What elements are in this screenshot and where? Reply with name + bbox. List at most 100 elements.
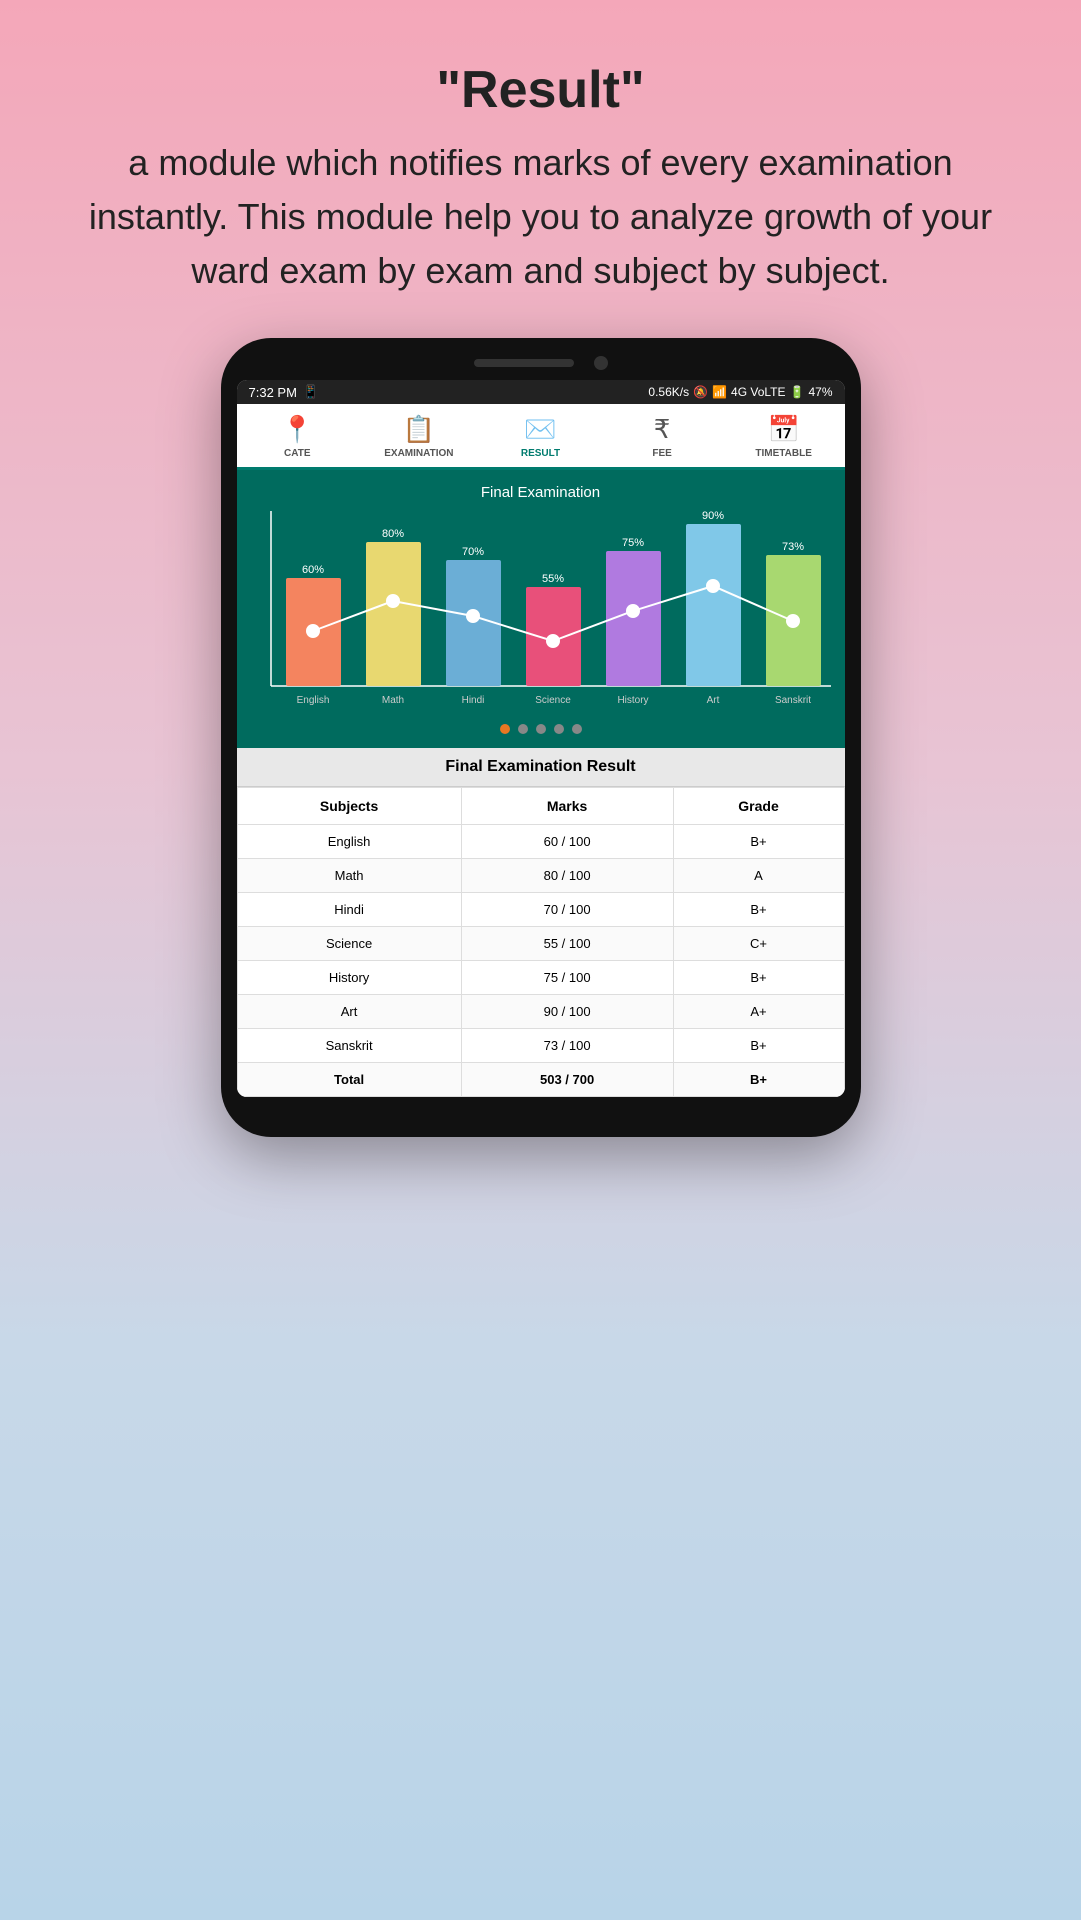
cell-marks: 55 / 100 — [461, 927, 673, 961]
dot-4[interactable] — [554, 724, 564, 734]
status-icon: 📱 — [303, 384, 319, 400]
chart-title: Final Examination — [247, 484, 835, 501]
nav-item-fee[interactable]: ₹ FEE — [601, 404, 723, 467]
header-title: "Result" — [80, 60, 1001, 120]
table-row: History 75 / 100 B+ — [237, 961, 844, 995]
result-section: Final Examination Result Subjects Marks … — [237, 748, 845, 1097]
nav-label-timetable: TIMETABLE — [755, 448, 811, 459]
nav-item-examination[interactable]: 📋 EXAMINATION — [358, 404, 480, 467]
cell-grade: A+ — [673, 995, 844, 1029]
nav-label-fee: FEE — [652, 448, 671, 459]
dot-5[interactable] — [572, 724, 582, 734]
cell-grade: B+ — [673, 961, 844, 995]
phone-frame: 7:32 PM 📱 0.56K/s 🔕 📶 4G VoLTE 🔋 47% 📍 C… — [221, 338, 861, 1137]
label-history: History — [617, 695, 648, 706]
status-bar: 7:32 PM 📱 0.56K/s 🔕 📶 4G VoLTE 🔋 47% — [237, 380, 845, 404]
cell-subject: Total — [237, 1063, 461, 1097]
status-time: 7:32 PM — [249, 385, 297, 400]
cell-marks: 75 / 100 — [461, 961, 673, 995]
bar-pct-sanskrit: 73% — [781, 541, 803, 553]
cell-subject: Math — [237, 859, 461, 893]
dot-3[interactable] — [536, 724, 546, 734]
cell-subject: History — [237, 961, 461, 995]
dot-hindi — [466, 609, 480, 623]
label-sanskrit: Sanskrit — [774, 695, 810, 706]
label-math: Math — [381, 695, 403, 706]
bar-pct-science: 55% — [541, 573, 563, 585]
fee-icon: ₹ — [654, 414, 671, 445]
cell-marks: 80 / 100 — [461, 859, 673, 893]
col-marks: Marks — [461, 788, 673, 825]
table-row: Art 90 / 100 A+ — [237, 995, 844, 1029]
col-subjects: Subjects — [237, 788, 461, 825]
cell-subject: Art — [237, 995, 461, 1029]
cell-subject: Sanskrit — [237, 1029, 461, 1063]
dot-math — [386, 594, 400, 608]
dot-english — [306, 624, 320, 638]
cell-grade: A — [673, 859, 844, 893]
table-row: Math 80 / 100 A — [237, 859, 844, 893]
nav-item-timetable[interactable]: 📅 TIMETABLE — [723, 404, 845, 467]
cell-grade: B+ — [673, 1063, 844, 1097]
nav-label-cate: CATE — [284, 448, 310, 459]
cell-marks: 503 / 700 — [461, 1063, 673, 1097]
col-grade: Grade — [673, 788, 844, 825]
bar-pct-art: 90% — [701, 511, 723, 522]
phone-camera — [594, 356, 608, 370]
header-section: "Result" a module which notifies marks o… — [0, 0, 1081, 338]
table-row: Sanskrit 73 / 100 B+ — [237, 1029, 844, 1063]
cell-marks: 90 / 100 — [461, 995, 673, 1029]
dot-science — [546, 634, 560, 648]
bar-pct-hindi: 70% — [461, 546, 483, 558]
signal-icon: 🔕 — [693, 385, 708, 399]
phone-speaker — [474, 359, 574, 367]
nav-item-cate[interactable]: 📍 CATE — [237, 404, 359, 467]
cell-grade: B+ — [673, 1029, 844, 1063]
phone-screen: 7:32 PM 📱 0.56K/s 🔕 📶 4G VoLTE 🔋 47% 📍 C… — [237, 380, 845, 1097]
cell-grade: B+ — [673, 825, 844, 859]
label-science: Science — [535, 695, 571, 706]
table-row: Total 503 / 700 B+ — [237, 1063, 844, 1097]
dot-2[interactable] — [518, 724, 528, 734]
status-right: 0.56K/s 🔕 📶 4G VoLTE 🔋 47% — [648, 385, 832, 399]
dot-history — [626, 604, 640, 618]
battery-icon: 🔋 — [790, 385, 805, 399]
result-table: Subjects Marks Grade English 60 / 100 B+… — [237, 787, 845, 1097]
cell-subject: English — [237, 825, 461, 859]
label-art: Art — [706, 695, 719, 706]
result-header: Final Examination Result — [237, 748, 845, 787]
cell-grade: C+ — [673, 927, 844, 961]
table-row: Science 55 / 100 C+ — [237, 927, 844, 961]
cell-grade: B+ — [673, 893, 844, 927]
nav-label-examination: EXAMINATION — [384, 448, 453, 459]
bar-pct-math: 80% — [381, 528, 403, 540]
cell-marks: 60 / 100 — [461, 825, 673, 859]
cell-subject: Hindi — [237, 893, 461, 927]
bar-pct-history: 75% — [621, 537, 643, 549]
label-hindi: Hindi — [461, 695, 484, 706]
location-icon: 📍 — [281, 414, 313, 445]
dot-sanskrit — [786, 614, 800, 628]
chart-area: Final Examination 60% 80% 70% 55 — [237, 470, 845, 748]
cell-marks: 70 / 100 — [461, 893, 673, 927]
result-icon: ✉️ — [524, 414, 556, 445]
timetable-icon: 📅 — [767, 414, 799, 445]
dot-1[interactable] — [500, 724, 510, 734]
battery-pct: 47% — [808, 385, 832, 399]
bar-pct-english: 60% — [301, 564, 323, 576]
network-label: 4G VoLTE — [731, 385, 785, 399]
label-english: English — [296, 695, 329, 706]
cell-marks: 73 / 100 — [461, 1029, 673, 1063]
wifi-icon: 📶 — [712, 385, 727, 399]
dot-art — [706, 579, 720, 593]
table-row: Hindi 70 / 100 B+ — [237, 893, 844, 927]
status-left: 7:32 PM 📱 — [249, 384, 320, 400]
header-description: a module which notifies marks of every e… — [80, 136, 1001, 298]
phone-top-bar — [237, 356, 845, 370]
nav-item-result[interactable]: ✉️ RESULT — [480, 404, 602, 470]
cell-subject: Science — [237, 927, 461, 961]
bar-chart: 60% 80% 70% 55% 75% 90% 73% — [247, 511, 835, 711]
examination-icon: 📋 — [403, 414, 435, 445]
data-speed: 0.56K/s — [648, 385, 689, 399]
nav-label-result: RESULT — [521, 448, 560, 459]
